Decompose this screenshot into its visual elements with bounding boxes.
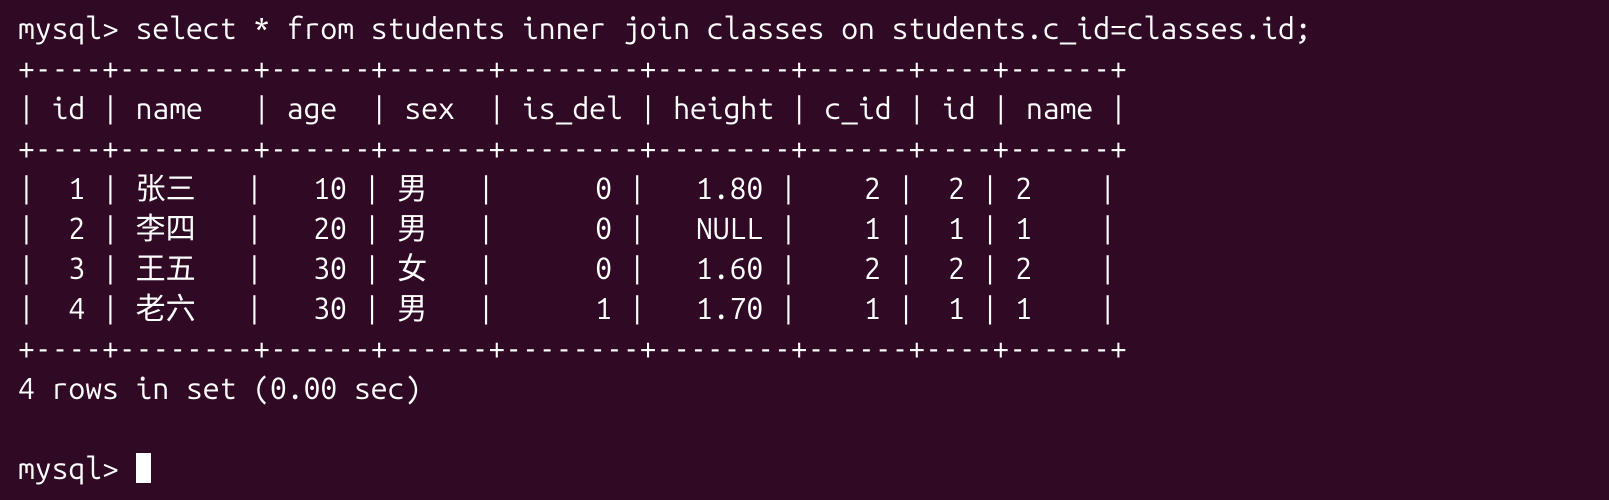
sql-query: select * from students inner join classe…	[136, 11, 1312, 45]
mysql-prompt[interactable]: mysql>	[18, 451, 136, 485]
table-border: +----+--------+------+------+--------+--…	[18, 331, 1127, 365]
result-summary: 4 rows in set (0.00 sec)	[18, 371, 421, 405]
table-row: | 4 | 老六 | 30 | 男 | 1 | 1.70 | 1 | 1 | 1…	[18, 291, 1116, 325]
terminal-output: mysql> select * from students inner join…	[0, 0, 1609, 500]
table-row: | 2 | 李四 | 20 | 男 | 0 | NULL | 1 | 1 | 1…	[18, 211, 1116, 245]
table-row: | 3 | 王五 | 30 | 女 | 0 | 1.60 | 2 | 2 | 2…	[18, 251, 1116, 285]
table-border: +----+--------+------+------+--------+--…	[18, 51, 1127, 85]
cursor-icon	[136, 453, 151, 483]
table-row: | 1 | 张三 | 10 | 男 | 0 | 1.80 | 2 | 2 | 2…	[18, 171, 1116, 205]
table-header: | id | name | age | sex | is_del | heigh…	[18, 91, 1127, 125]
mysql-prompt: mysql>	[18, 11, 136, 45]
table-border: +----+--------+------+------+--------+--…	[18, 131, 1127, 165]
